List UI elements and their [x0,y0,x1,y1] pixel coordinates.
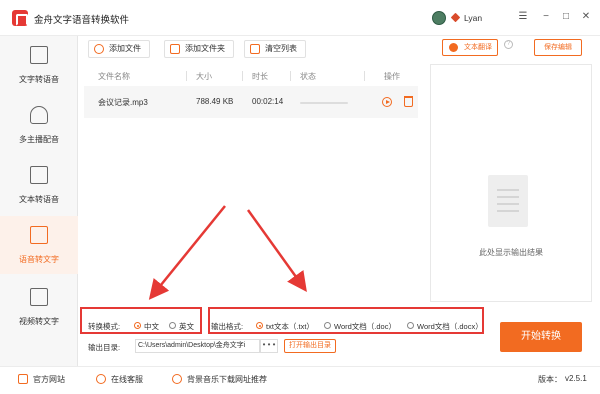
maximize-button[interactable]: □ [560,11,572,23]
delete-icon[interactable] [404,96,413,107]
mode-english-label[interactable]: 英文 [179,321,194,332]
file-table: 文件名称 大小 时长 状态 操作 会议记录.mp3 788.49 KB 00:0… [84,69,418,345]
header-status: 状态 [300,72,316,81]
music-download-label: 背景音乐下载网址推荐 [187,375,267,384]
output-dir-label: 输出目录: [88,343,121,352]
video-to-text-icon [30,288,48,306]
table-header: 文件名称 大小 时长 状态 操作 [84,69,418,83]
online-support-link[interactable]: 在线客服 [96,374,143,385]
text-to-speech-icon [30,46,48,64]
sidebar-item-label: 多主播配音 [19,135,59,144]
result-hint: 此处显示输出结果 [479,248,543,257]
sidebar-item-label: 文字转语音 [19,75,59,84]
title-bar: 金舟文字语音转换软件 Lyan ☰ − □ ✕ [0,0,600,36]
conversion-progress-bar [300,102,348,104]
play-icon[interactable] [382,97,392,107]
start-convert-button[interactable]: 开始转换 [500,322,582,352]
add-folder-button[interactable]: 添加文件夹 [164,40,234,58]
music-icon [172,374,182,384]
output-dir-input[interactable]: C:\Users\admin\Desktop\金舟文字i [135,339,260,353]
sidebar-item-text-to-speech[interactable]: 文字转语音 [0,36,78,94]
clear-list-button[interactable]: 清空列表 [244,40,306,58]
sidebar-item-label: 文本转语音 [19,195,59,204]
column-divider [290,71,291,81]
speech-to-text-icon [30,226,48,244]
clear-list-icon [250,44,260,54]
menu-button[interactable]: ☰ [517,11,529,23]
sidebar-item-label: 视频转文字 [19,317,59,326]
header-duration: 时长 [252,72,268,81]
result-panel: 此处显示输出结果 [430,64,592,302]
folder-icon [170,44,180,54]
support-person-icon [96,374,106,384]
main-panel: 添加文件 添加文件夹 清空列表 文件名称 大小 时长 状态 操作 会议记录.mp… [78,36,600,366]
mode-label: 转换模式: [88,322,121,331]
online-support-label: 在线客服 [111,375,143,384]
clear-list-label: 清空列表 [265,44,297,53]
empty-document-icon [488,175,528,227]
format-docx-label[interactable]: Word文档（.docx） [417,321,483,332]
sidebar-item-document-to-speech[interactable]: 文本转语音 [0,156,78,214]
close-button[interactable]: ✕ [580,11,592,23]
format-docx-radio[interactable] [407,322,414,329]
file-size: 788.49 KB [196,97,234,106]
text-document-icon [30,166,48,184]
minimize-button[interactable]: − [540,11,552,23]
monitor-icon [18,374,28,384]
version-label: 版本： [538,375,562,384]
format-doc-radio[interactable] [324,322,331,329]
header-name: 文件名称 [98,72,130,81]
browse-dir-button[interactable]: • • • [260,339,278,353]
username[interactable]: Lyan [464,13,482,23]
add-file-label: 添加文件 [109,44,141,53]
sidebar-item-multi-dubbing[interactable]: 多主播配音 [0,96,78,154]
help-icon[interactable]: ? [504,40,513,49]
format-label: 输出格式: [211,322,244,331]
format-txt-label[interactable]: txt文本（.txt） [266,321,314,332]
save-edit-button[interactable]: 保存编辑 [534,39,582,56]
column-divider [186,71,187,81]
sidebar: 文字转语音 多主播配音 文本转语音 语音转文字 视频转文字 [0,36,78,366]
add-circle-icon [94,44,104,54]
vip-badge-icon [449,43,458,52]
text-translate-button[interactable]: 文本翻译 [442,39,498,56]
status-bar: 官方网站 在线客服 背景音乐下载网址推荐 版本： v2.5.1 [0,366,600,390]
music-download-link[interactable]: 背景音乐下载网址推荐 [172,374,267,385]
mode-chinese-label[interactable]: 中文 [144,321,159,332]
version-value: v2.5.1 [565,374,587,383]
text-translate-label: 文本翻译 [464,44,492,51]
official-website-link[interactable]: 官方网站 [18,374,65,385]
add-file-button[interactable]: 添加文件 [88,40,150,58]
sidebar-item-label: 语音转文字 [19,255,59,264]
header-action: 操作 [384,72,400,81]
header-size: 大小 [196,72,212,81]
app-logo-icon [12,10,28,26]
mode-chinese-radio[interactable] [134,322,141,329]
sidebar-item-speech-to-text[interactable]: 语音转文字 [0,216,78,274]
column-divider [364,71,365,81]
table-row[interactable]: 会议记录.mp3 788.49 KB 00:02:14 [84,86,418,118]
official-website-label: 官方网站 [33,375,65,384]
user-avatar[interactable] [432,11,446,25]
app-title: 金舟文字语音转换软件 [34,15,130,26]
vip-diamond-icon [450,12,461,23]
format-doc-label[interactable]: Word文档（.doc） [334,321,396,332]
file-duration: 00:02:14 [252,97,284,106]
open-output-dir-button[interactable]: 打开输出目录 [284,339,336,353]
mode-english-radio[interactable] [169,322,176,329]
column-divider [242,71,243,81]
person-add-icon [30,106,48,124]
format-txt-radio[interactable] [256,322,263,329]
sidebar-item-video-to-text[interactable]: 视频转文字 [0,278,78,336]
file-name: 会议记录.mp3 [98,98,148,107]
add-folder-label: 添加文件夹 [185,44,225,53]
